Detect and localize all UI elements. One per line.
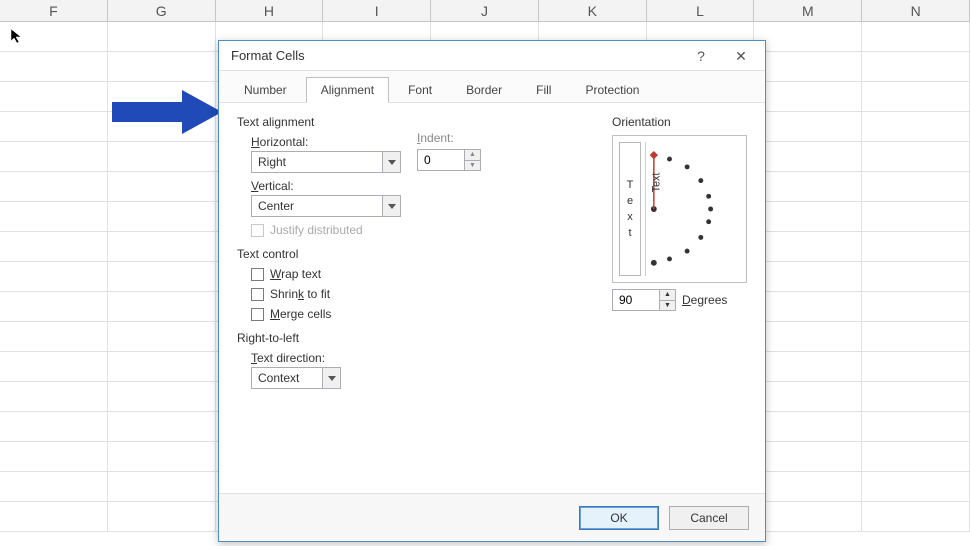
text-direction-value: Context [252,371,322,385]
spinner-up-icon[interactable]: ▲ [465,150,480,161]
indent-input[interactable] [418,150,464,170]
column-header[interactable]: M [754,0,862,21]
merge-cells-checkbox[interactable] [251,308,264,321]
indent-spinner[interactable]: ▲ ▼ [417,149,481,171]
justify-distributed-checkbox [251,224,264,237]
horizontal-value: Right [252,155,382,169]
shrink-to-fit-label: Shrink to fit [270,287,330,301]
cursor-icon [10,28,26,44]
dialog-title: Format Cells [231,48,681,63]
column-header[interactable]: F [0,0,108,21]
cancel-button[interactable]: Cancel [669,506,749,530]
chevron-down-icon[interactable] [382,196,400,216]
close-button[interactable]: ✕ [721,43,761,69]
horizontal-combo[interactable]: Right [251,151,401,173]
help-button[interactable]: ? [681,43,721,69]
column-header[interactable]: K [539,0,647,21]
degrees-input[interactable] [613,290,659,310]
column-header[interactable]: G [108,0,216,21]
tab-protection[interactable]: Protection [570,77,654,102]
orientation-preview[interactable]: Text [612,135,747,283]
wrap-text-label: Wrap text [270,267,321,281]
vertical-value: Center [252,199,382,213]
text-direction-combo[interactable]: Context [251,367,341,389]
shrink-to-fit-checkbox[interactable] [251,288,264,301]
tab-alignment[interactable]: Alignment [306,77,389,103]
rtl-group-label: Right-to-left [237,331,747,345]
dialog-footer: OK Cancel [219,493,765,541]
column-header[interactable]: H [216,0,324,21]
tab-fill[interactable]: Fill [521,77,566,102]
column-header[interactable]: J [431,0,539,21]
spinner-down-icon[interactable]: ▼ [465,161,480,171]
column-headers: F G H I J K L M N [0,0,970,22]
column-header[interactable]: L [647,0,755,21]
spinner-up-icon[interactable]: ▲ [660,290,675,301]
dialog-titlebar[interactable]: Format Cells ? ✕ [219,41,765,71]
degrees-spinner[interactable]: ▲ ▼ [612,289,676,311]
vertical-combo[interactable]: Center [251,195,401,217]
tab-font[interactable]: Font [393,77,447,102]
column-header[interactable]: N [862,0,970,21]
indent-label: Indent: [417,131,481,145]
justify-distributed-label: Justify distributed [270,223,363,237]
spinner-down-icon[interactable]: ▼ [660,301,675,311]
format-cells-dialog: Format Cells ? ✕ Number Alignment Font B… [218,40,766,542]
orientation-vertical-text-button[interactable]: Text [619,142,641,276]
ok-button[interactable]: OK [579,506,659,530]
orientation-section: Orientation Text [612,113,747,311]
chevron-down-icon[interactable] [322,368,340,388]
tab-border[interactable]: Border [451,77,517,102]
annotation-arrow-icon [112,90,222,134]
merge-cells-label: Merge cells [270,307,331,321]
dialog-tabs: Number Alignment Font Border Fill Protec… [219,71,765,103]
column-header[interactable]: I [323,0,431,21]
svg-text:Text: Text [651,173,663,193]
wrap-text-checkbox[interactable] [251,268,264,281]
chevron-down-icon[interactable] [382,152,400,172]
degrees-label: Degrees [682,293,727,307]
orientation-group-label: Orientation [612,115,747,129]
tab-number[interactable]: Number [229,77,302,102]
text-direction-label: Text direction: [251,351,325,365]
alignment-panel: Text alignment Horizontal: Right Vertica… [219,103,765,489]
horizontal-label: Horizontal: [251,135,308,149]
orientation-arc[interactable]: Text [645,142,740,276]
vertical-label: Vertical: [251,179,294,193]
